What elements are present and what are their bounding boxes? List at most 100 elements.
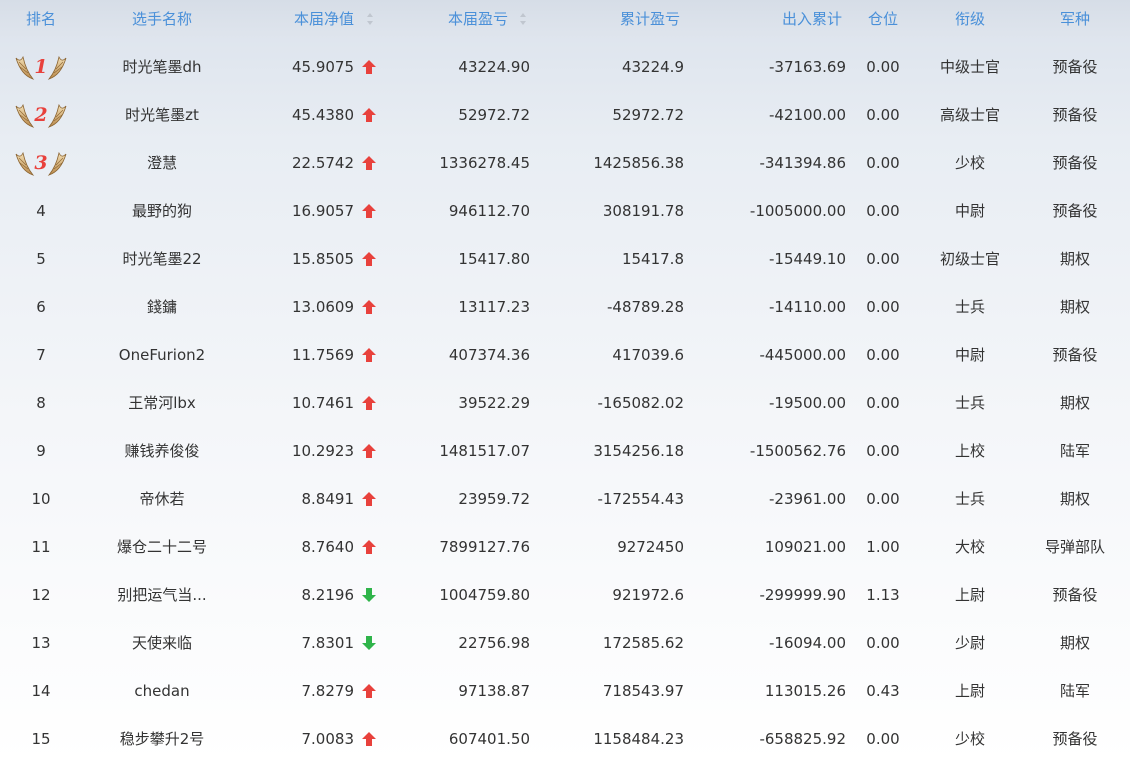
title-cell: 初级士官 <box>939 250 1000 268</box>
rank-cell: 6 <box>36 298 46 316</box>
total-profit-cell: 718543.97 <box>602 682 684 700</box>
io-total-cell: -19500.00 <box>769 394 846 412</box>
total-profit-cell: 417039.6 <box>612 346 684 364</box>
title-cell: 中级士官 <box>939 58 1000 76</box>
table-row: 5 时光笔墨22 15.8505 15417.80 15417.8 -15449.10 0.… <box>0 235 1130 283</box>
arrow-down-icon <box>362 588 376 602</box>
table-header: 排名 选手名称 本届净值 本届盈亏 累计盈亏 出入累计 仓位 衔级 军种 <box>0 0 1130 38</box>
profit-cell: 1004759.80 <box>439 586 530 604</box>
branch-cell: 期权 <box>1059 394 1090 412</box>
arrow-up-icon <box>362 108 376 122</box>
io-total-cell: 113015.26 <box>764 682 846 700</box>
total-profit-cell: 1158484.23 <box>593 730 684 748</box>
player-name[interactable]: 爆仓二十二号 <box>82 523 242 571</box>
net-value-cell: 8.8491 <box>301 490 355 508</box>
header-position: 仓位 <box>867 10 898 28</box>
arrow-up-icon <box>362 540 376 554</box>
rank-cell: 5 <box>36 250 46 268</box>
position-cell: 0.00 <box>866 634 900 652</box>
branch-cell: 期权 <box>1059 250 1090 268</box>
net-value-cell: 7.0083 <box>301 730 355 748</box>
sort-updown-icon[interactable] <box>519 12 527 26</box>
branch-cell: 预备役 <box>1052 106 1098 124</box>
position-cell: 0.00 <box>866 490 900 508</box>
arrow-up-icon <box>362 732 376 746</box>
header-net-value-sort[interactable]: 本届净值 <box>250 0 354 38</box>
total-profit-cell: 9272450 <box>617 538 684 556</box>
rank-cell: 8 <box>36 394 46 412</box>
profit-cell: 43224.90 <box>458 58 530 76</box>
profit-cell: 15417.80 <box>458 250 530 268</box>
rank-cell: 12 <box>31 586 51 604</box>
rank-number: 1 <box>34 56 47 78</box>
arrow-up-icon <box>362 444 376 458</box>
arrow-down-icon <box>362 636 376 650</box>
net-value-cell: 10.2923 <box>291 442 354 460</box>
io-total-cell: -445000.00 <box>759 346 846 364</box>
player-name[interactable]: 天使来临 <box>82 619 242 667</box>
io-total-cell: -37163.69 <box>769 58 846 76</box>
io-total-cell: -1500562.76 <box>749 442 846 460</box>
title-cell: 上尉 <box>954 586 985 604</box>
total-profit-cell: -165082.02 <box>597 394 684 412</box>
header-profit-sort[interactable]: 本届盈亏 <box>400 0 508 38</box>
table-row: 15 稳步攀升2号 7.0083 607401.50 1158484.23 -658825… <box>0 715 1130 762</box>
sort-updown-icon[interactable] <box>366 12 374 26</box>
player-name[interactable]: 别把运气当... <box>82 571 242 619</box>
table-row: 8 王常河lbx 10.7461 39522.29 -165082.02 -19500.0… <box>0 379 1130 427</box>
total-profit-cell: 308191.78 <box>602 202 684 220</box>
net-value-cell: 10.7461 <box>291 394 354 412</box>
player-name[interactable]: 时光笔墨dh <box>82 43 242 91</box>
net-value-cell: 45.4380 <box>291 106 354 124</box>
total-profit-cell: 3154256.18 <box>593 442 684 460</box>
table-row: 7 OneFurion2 11.7569 407374.36 417039.6 -4450… <box>0 331 1130 379</box>
branch-cell: 预备役 <box>1052 346 1098 364</box>
net-value-cell: 8.2196 <box>301 586 355 604</box>
position-cell: 0.00 <box>866 394 900 412</box>
io-total-cell: -299999.90 <box>759 586 846 604</box>
table-row: 1 时光笔墨dh 45.9075 43224.90 43224.9 -37163.69 0.… <box>0 43 1130 91</box>
io-total-cell: -341394.86 <box>759 154 846 172</box>
branch-cell: 预备役 <box>1052 202 1098 220</box>
player-name[interactable]: 澄慧 <box>82 139 242 187</box>
player-name[interactable]: 王常河lbx <box>82 379 242 427</box>
profit-cell: 607401.50 <box>448 730 530 748</box>
io-total-cell: -42100.00 <box>769 106 846 124</box>
total-profit-cell: 15417.8 <box>621 250 684 268</box>
leaderboard-table: 排名 选手名称 本届净值 本届盈亏 累计盈亏 出入累计 仓位 衔级 军种 1 时光… <box>0 0 1130 762</box>
player-name[interactable]: OneFurion2 <box>82 331 242 379</box>
profit-cell: 1481517.07 <box>439 442 530 460</box>
io-total-cell: 109021.00 <box>764 538 846 556</box>
position-cell: 0.00 <box>866 202 900 220</box>
player-name[interactable]: 时光笔墨22 <box>82 235 242 283</box>
player-name[interactable]: 赚钱养俊俊 <box>82 427 242 475</box>
player-name[interactable]: 稳步攀升2号 <box>82 715 242 762</box>
branch-cell: 期权 <box>1059 298 1090 316</box>
player-name[interactable]: chedan <box>82 667 242 715</box>
net-value-cell: 15.8505 <box>291 250 354 268</box>
player-name[interactable]: 时光笔墨zt <box>82 91 242 139</box>
player-name[interactable]: 錢鏞 <box>82 283 242 331</box>
arrow-up-icon <box>362 684 376 698</box>
rank-cell: 14 <box>31 682 51 700</box>
branch-cell: 预备役 <box>1052 154 1098 172</box>
rank-cell: 9 <box>36 442 46 460</box>
header-branch: 军种 <box>1059 10 1090 28</box>
total-profit-cell: 1425856.38 <box>593 154 684 172</box>
arrow-up-icon <box>362 156 376 170</box>
net-value-cell: 13.0609 <box>291 298 354 316</box>
total-profit-cell: 52972.72 <box>612 106 684 124</box>
player-name[interactable]: 最野的狗 <box>82 187 242 235</box>
title-cell: 上尉 <box>954 682 985 700</box>
branch-cell: 期权 <box>1059 634 1090 652</box>
position-cell: 0.00 <box>866 442 900 460</box>
table-row: 4 最野的狗 16.9057 946112.70 308191.78 -1005000.0… <box>0 187 1130 235</box>
io-total-cell: -15449.10 <box>769 250 846 268</box>
profit-cell: 13117.23 <box>458 298 530 316</box>
net-value-cell: 7.8301 <box>301 634 355 652</box>
branch-cell: 预备役 <box>1052 58 1098 76</box>
io-total-cell: -16094.00 <box>769 634 846 652</box>
branch-cell: 陆军 <box>1059 442 1090 460</box>
player-name[interactable]: 帝休若 <box>82 475 242 523</box>
table-row: 10 帝休若 8.8491 23959.72 -172554.43 -23961.00 0.… <box>0 475 1130 523</box>
